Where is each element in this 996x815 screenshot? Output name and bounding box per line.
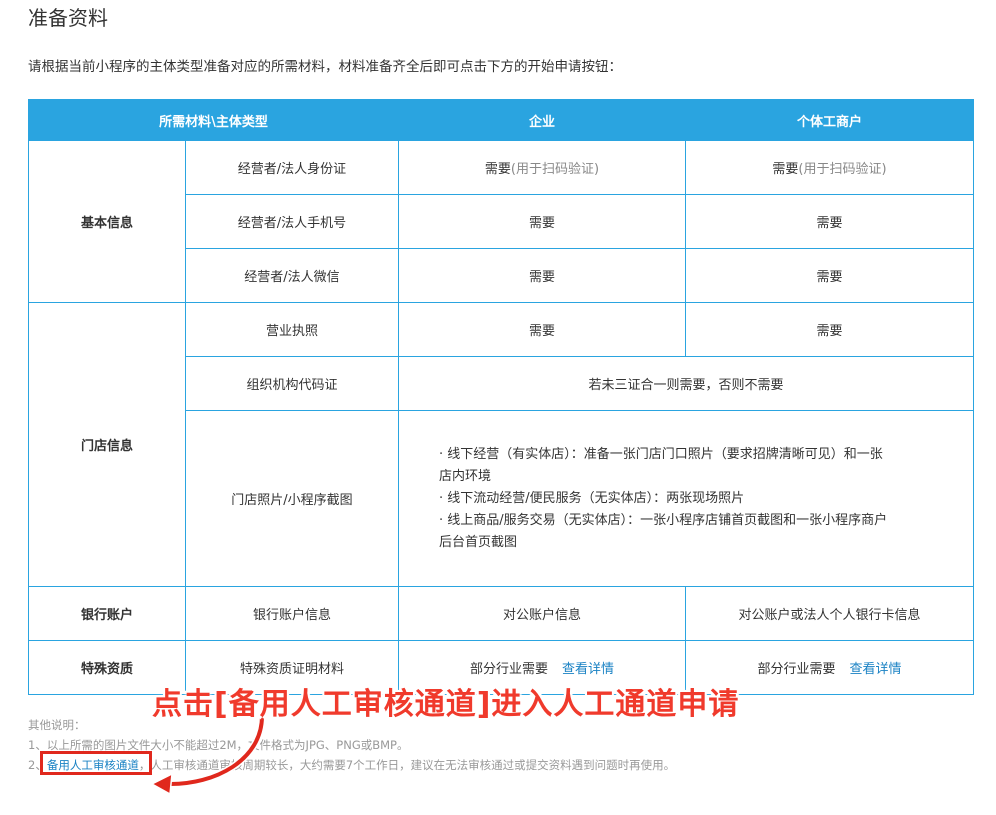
annotation-callout: 点击[备用人工审核通道]进入人工通道申请 <box>152 687 740 722</box>
